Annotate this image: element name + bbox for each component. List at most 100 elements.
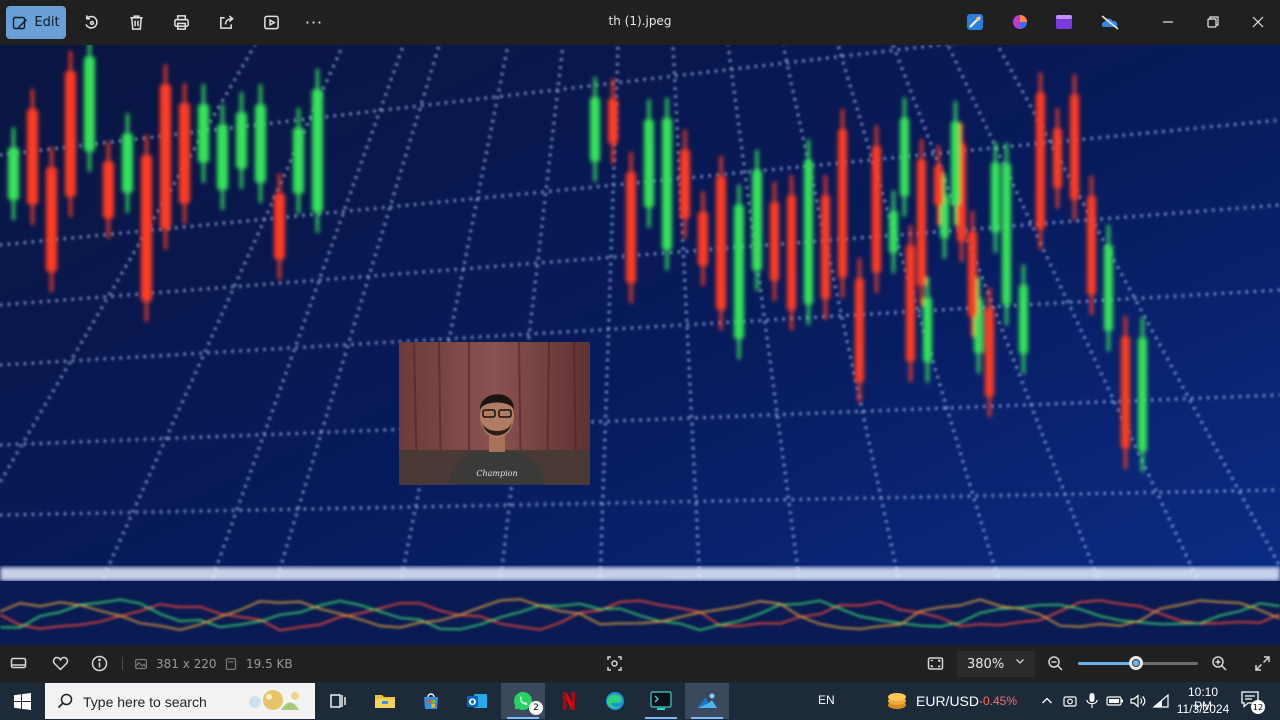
candle-body — [27, 108, 38, 205]
dimensions-icon — [134, 657, 148, 671]
shirt-logo-text: Champion — [476, 469, 517, 478]
candle-body — [734, 204, 744, 340]
candle-body — [698, 211, 708, 266]
candle-body — [951, 121, 960, 206]
candle-body — [1121, 336, 1130, 449]
candle-body — [179, 103, 190, 204]
rotate-button[interactable] — [75, 6, 107, 39]
task-view-icon — [330, 694, 346, 708]
fit-to-window-button[interactable] — [927, 655, 944, 672]
svg-text:O: O — [469, 698, 477, 708]
candle-body — [1002, 163, 1011, 306]
zoom-slider-thumb[interactable] — [1128, 656, 1143, 670]
rotate-icon — [84, 15, 98, 29]
battery-icon[interactable] — [1106, 694, 1124, 708]
filmstrip-button[interactable] — [10, 655, 27, 672]
candle-body — [608, 98, 618, 144]
fit-to-window-icon — [927, 657, 944, 670]
candle-body — [889, 210, 898, 254]
image-viewport[interactable]: Champion — [0, 45, 1280, 645]
edit-image-icon — [13, 16, 28, 29]
candle-body — [46, 167, 57, 272]
restore-button[interactable] — [1193, 8, 1233, 36]
camera-in-use-icon[interactable] — [1062, 693, 1078, 709]
taskbar-netflix[interactable] — [547, 683, 591, 719]
zoom-slider[interactable] — [1078, 656, 1198, 670]
zoom-in-button[interactable] — [1211, 655, 1228, 672]
input-language[interactable]: EN — [818, 693, 835, 707]
notification-count-badge: 12 — [1251, 700, 1265, 714]
taskbar-search-box[interactable]: Type here to search — [45, 683, 315, 719]
candle-body — [985, 307, 994, 398]
visual-search-button[interactable] — [606, 655, 623, 672]
zoom-level-dropdown[interactable]: 380% — [957, 651, 1035, 677]
more-options-button[interactable]: ··· — [298, 6, 330, 39]
candle-body — [255, 104, 266, 183]
restore-icon — [1207, 16, 1219, 28]
expand-icon — [1255, 656, 1270, 671]
clipchamp-icon[interactable] — [1011, 13, 1029, 31]
full-screen-button[interactable] — [1254, 655, 1271, 672]
candle-body — [838, 129, 847, 278]
search-highlight-icon — [249, 690, 299, 710]
candle-body — [991, 162, 1000, 233]
task-view-button[interactable] — [316, 683, 360, 719]
minimize-button[interactable] — [1148, 8, 1188, 36]
taskbar-edge[interactable] — [593, 683, 637, 719]
paint-3d-icon[interactable] — [966, 13, 984, 31]
close-button[interactable] — [1238, 8, 1278, 36]
image-dimensions: 381 x 220 — [156, 657, 217, 671]
candle-body — [217, 124, 228, 190]
wifi-icon[interactable] — [1152, 693, 1170, 709]
heart-icon — [52, 656, 69, 671]
edit-button[interactable]: Edit — [6, 6, 66, 39]
cloud-off-glyph — [1101, 15, 1119, 30]
video-editor-icon[interactable] — [1055, 13, 1073, 31]
taskbar-photos[interactable] — [685, 683, 729, 719]
slideshow-play-icon — [263, 15, 279, 30]
candle-body — [198, 104, 209, 163]
share-icon — [219, 15, 234, 29]
print-button[interactable] — [165, 6, 197, 39]
taskbar-microsoft-store[interactable] — [409, 683, 453, 719]
currency-ticker-icon — [888, 693, 906, 709]
zoom-in-icon — [1212, 656, 1227, 671]
start-button[interactable] — [0, 682, 45, 720]
windows-taskbar: Type here to search O 2 EN EUR/USD -0.45… — [0, 682, 1280, 720]
show-hidden-icons-chevron-icon[interactable] — [1041, 695, 1053, 707]
stock-chart-photo — [0, 45, 1280, 645]
share-button[interactable] — [210, 6, 242, 39]
ticker-symbol[interactable]: EUR/USD — [916, 693, 979, 709]
store-icon — [424, 693, 438, 709]
taskbar-whatsapp[interactable]: 2 — [501, 683, 545, 719]
speaker-volume-icon[interactable] — [1129, 693, 1147, 709]
candle-body — [626, 171, 636, 284]
system-date[interactable]: 11/3/2024 — [1176, 702, 1230, 716]
chevron-down-icon — [1016, 659, 1024, 664]
file-info-button[interactable] — [91, 655, 108, 672]
slideshow-button[interactable] — [255, 6, 287, 39]
candle-body — [1138, 337, 1147, 452]
edge-browser-icon — [606, 692, 624, 710]
netflix-icon — [563, 692, 575, 710]
webcam-person-image: Champion — [399, 342, 590, 485]
photos-app-window: Edit ··· th (1).jpeg Champion 381 x 220 … — [0, 0, 1280, 682]
microphone-icon[interactable] — [1084, 692, 1100, 709]
taskbar-terminal-app[interactable] — [639, 683, 683, 719]
candle-body — [917, 159, 926, 286]
candle-body — [804, 159, 813, 305]
taskbar-file-explorer[interactable] — [363, 683, 407, 719]
candle-body — [662, 117, 672, 251]
notification-center-button[interactable]: 12 — [1240, 690, 1265, 714]
candle-body — [872, 145, 881, 273]
zoom-out-button[interactable] — [1047, 655, 1064, 672]
favorite-button[interactable] — [52, 655, 69, 672]
onedrive-offline-icon[interactable] — [1100, 13, 1120, 31]
edit-button-label: Edit — [34, 15, 60, 30]
candle-body — [141, 154, 152, 302]
ticker-change: -0.45% — [979, 694, 1018, 708]
delete-button[interactable] — [120, 6, 152, 39]
taskbar-outlook[interactable]: O — [455, 683, 499, 719]
candle-body — [1019, 284, 1028, 354]
candle-body — [103, 161, 114, 219]
